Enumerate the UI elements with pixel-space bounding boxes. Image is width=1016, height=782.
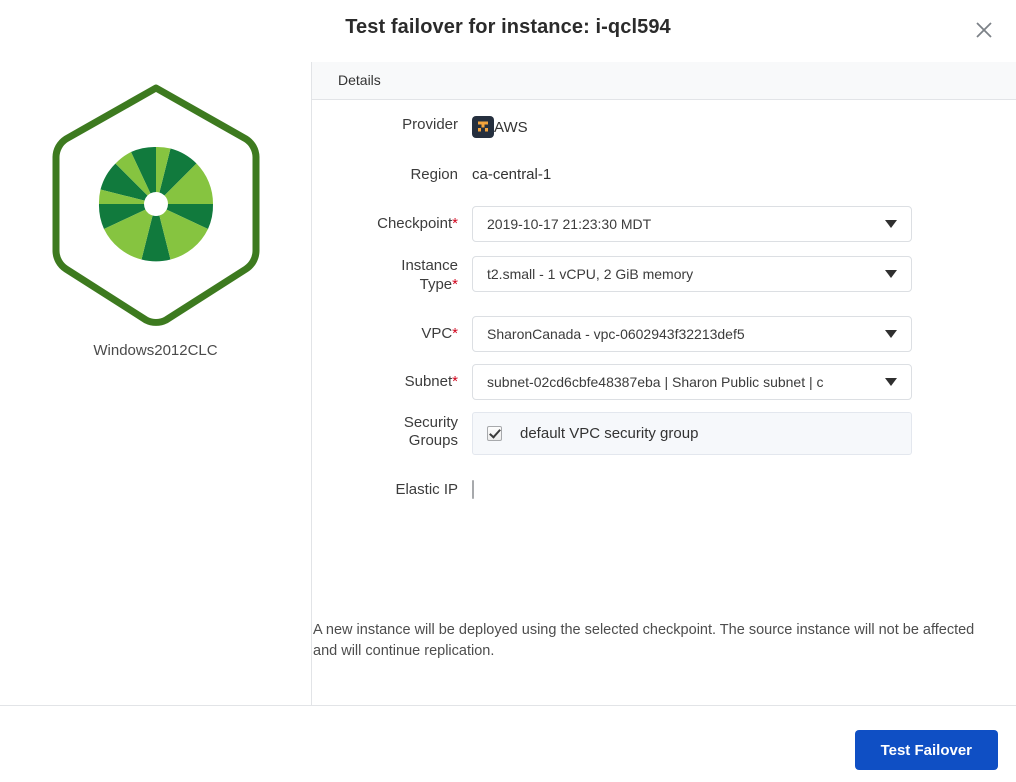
vpc-select[interactable]: SharonCanada - vpc-0602943f32213def5 bbox=[472, 315, 912, 352]
close-button[interactable] bbox=[968, 14, 1000, 46]
form-row-region: Region ca-central-1 bbox=[312, 166, 1016, 184]
dialog-body: Windows2012CLC Details Provider AWS Regi… bbox=[0, 62, 1016, 705]
subnet-label: Subnet* bbox=[312, 364, 472, 391]
provider-name: AWS bbox=[494, 118, 528, 136]
close-icon bbox=[973, 19, 995, 41]
instance-summary-pane: Windows2012CLC bbox=[0, 62, 311, 705]
checkpoint-control: 2019-10-17 21:23:30 MDT bbox=[472, 206, 1016, 243]
tab-bar: Details bbox=[312, 62, 1016, 100]
checkpoint-label-text: Checkpoint bbox=[377, 215, 453, 233]
form-row-vpc: VPC* SharonCanada - vpc-0602943f32213def… bbox=[312, 315, 1016, 352]
provider-label: Provider bbox=[402, 116, 458, 133]
provider-value: AWS bbox=[472, 116, 1016, 138]
security-group-label: default VPC security group bbox=[520, 424, 699, 442]
details-pane: Details Provider AWS Region ca-central-1… bbox=[312, 62, 1016, 705]
subnet-required-asterisk: * bbox=[452, 372, 458, 390]
provider-value-wrap: AWS bbox=[472, 116, 1016, 138]
security-group-checkbox[interactable] bbox=[487, 425, 502, 441]
vpc-selected-value: SharonCanada - vpc-0602943f32213def5 bbox=[487, 325, 745, 342]
subnet-label-text: Subnet bbox=[404, 372, 453, 390]
security-groups-label-line1: Security bbox=[403, 413, 458, 431]
tab-details[interactable]: Details bbox=[332, 62, 387, 99]
subnet-control: subnet-02cd6cbfe48387eba | Sharon Public… bbox=[472, 363, 1016, 400]
page-title: Test failover for instance: i-qcl594 bbox=[345, 16, 671, 38]
checkpoint-selected-value: 2019-10-17 21:23:30 MDT bbox=[487, 216, 652, 233]
dialog-header: Test failover for instance: i-qcl594 bbox=[0, 0, 1016, 62]
security-groups-label-line2: Groups bbox=[408, 432, 458, 450]
form-row-elastic-ip: Elastic IP bbox=[312, 479, 1016, 499]
instance-type-label-line1: Instance bbox=[401, 257, 458, 275]
security-groups-label: Security Groups bbox=[312, 412, 472, 451]
test-failover-dialog: Test failover for instance: i-qcl594 Win… bbox=[0, 0, 1016, 782]
vpc-label: VPC* bbox=[312, 316, 472, 343]
instance-name-label: Windows2012CLC bbox=[93, 342, 218, 359]
checkpoint-required-asterisk: * bbox=[452, 215, 458, 233]
form-row-provider: Provider AWS bbox=[312, 116, 1016, 138]
logo-container bbox=[0, 82, 311, 331]
chevron-down-icon bbox=[885, 270, 897, 279]
vpc-label-text: VPC bbox=[421, 324, 453, 342]
instance-type-label-line2: Type bbox=[419, 275, 453, 293]
vpc-required-asterisk: * bbox=[452, 324, 458, 342]
subnet-select[interactable]: subnet-02cd6cbfe48387eba | Sharon Public… bbox=[472, 363, 912, 400]
region-value: ca-central-1 bbox=[472, 166, 552, 183]
hexagon-pinwheel-logo-icon bbox=[40, 82, 272, 331]
dialog-footer: Test Failover bbox=[0, 706, 1016, 782]
vpc-control: SharonCanada - vpc-0602943f32213def5 bbox=[472, 315, 1016, 352]
chevron-down-icon bbox=[885, 220, 897, 229]
subnet-selected-value: subnet-02cd6cbfe48387eba | Sharon Public… bbox=[487, 373, 824, 390]
form-row-security-groups: Security Groups default VPC security gro… bbox=[312, 411, 1016, 455]
instance-type-select[interactable]: t2.small - 1 vCPU, 2 GiB memory bbox=[472, 256, 912, 293]
instance-type-required-asterisk: * bbox=[452, 275, 458, 293]
instance-type-selected-value: t2.small - 1 vCPU, 2 GiB memory bbox=[487, 266, 694, 283]
checkpoint-label: Checkpoint* bbox=[312, 206, 472, 233]
region-value-wrap: ca-central-1 bbox=[472, 166, 1016, 184]
security-groups-control: default VPC security group bbox=[472, 411, 1016, 455]
region-label: Region bbox=[410, 166, 458, 183]
elastic-ip-control bbox=[472, 479, 1016, 499]
chevron-down-icon bbox=[885, 329, 897, 338]
elastic-ip-label: Elastic IP bbox=[395, 480, 458, 498]
elastic-ip-checkbox[interactable] bbox=[472, 479, 474, 499]
aws-icon bbox=[472, 116, 494, 138]
failover-note: A new instance will be deployed using th… bbox=[313, 622, 975, 660]
chevron-down-icon bbox=[885, 377, 897, 386]
form-row-checkpoint: Checkpoint* 2019-10-17 21:23:30 MDT bbox=[312, 206, 1016, 243]
form-row-subnet: Subnet* subnet-02cd6cbfe48387eba | Sharo… bbox=[312, 363, 1016, 400]
instance-type-control: t2.small - 1 vCPU, 2 GiB memory bbox=[472, 256, 1016, 293]
test-failover-button[interactable]: Test Failover bbox=[854, 730, 998, 770]
checkpoint-select[interactable]: 2019-10-17 21:23:30 MDT bbox=[472, 206, 912, 243]
failover-form: Provider AWS Region ca-central-1 Checkpo… bbox=[312, 100, 1016, 659]
security-group-item[interactable]: default VPC security group bbox=[472, 411, 912, 455]
form-row-instance-type: Instance Type* t2.small - 1 vCPU, 2 GiB … bbox=[312, 256, 1016, 294]
instance-type-label: Instance Type* bbox=[312, 256, 472, 294]
